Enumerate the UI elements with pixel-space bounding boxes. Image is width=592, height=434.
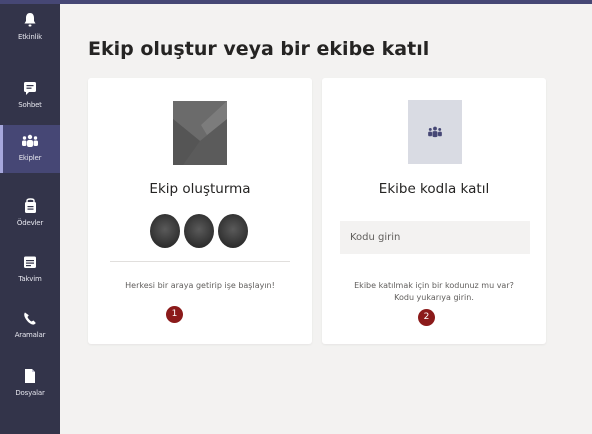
create-team-title: Ekip oluşturma	[149, 181, 251, 197]
member-avatars	[150, 214, 250, 248]
page-title: Ekip oluştur veya bir ekibe katıl	[88, 38, 430, 60]
files-icon	[20, 366, 40, 386]
rail-item-assignments[interactable]: Ödevler	[0, 190, 60, 238]
rail-item-label: Aramalar	[14, 331, 46, 339]
rail-item-calendar[interactable]: Takvim	[0, 246, 60, 294]
bell-icon	[20, 10, 40, 30]
rail-item-label: Ekipler	[18, 154, 42, 162]
rail-item-label: Takvim	[18, 275, 42, 283]
rail-item-teams[interactable]: Ekipler	[0, 125, 60, 173]
rail-item-label: Dosyalar	[15, 389, 45, 397]
rail-item-label: Sohbet	[18, 101, 42, 109]
rail-item-chat[interactable]: Sohbet	[0, 72, 60, 120]
chat-icon	[20, 78, 40, 98]
avatar	[184, 214, 214, 248]
rail-item-label: Ödevler	[16, 219, 44, 227]
teams-icon	[428, 126, 442, 138]
step-badge-2: 2	[418, 309, 435, 326]
calendar-icon	[20, 252, 40, 272]
card-divider	[110, 261, 290, 262]
team-code-input[interactable]	[340, 221, 530, 254]
join-team-card: Ekibe kodla katıl Ekibe katılmak için bi…	[322, 78, 546, 344]
app-bar: Etkinlik Sohbet Ekipler Ödevler Takvim A…	[0, 4, 60, 434]
join-team-description-line1: Ekibe katılmak için bir kodunuz mu var?	[354, 281, 514, 290]
create-team-illustration	[173, 101, 227, 165]
rail-item-files[interactable]: Dosyalar	[0, 360, 60, 408]
assignments-icon	[20, 196, 40, 216]
create-team-description: Herkesi bir araya getirip işe başlayın!	[125, 281, 275, 290]
rail-item-label: Etkinlik	[18, 33, 42, 41]
phone-icon	[20, 308, 40, 328]
teams-icon	[20, 131, 40, 151]
join-team-illustration	[408, 100, 462, 164]
join-team-title: Ekibe kodla katıl	[378, 181, 490, 197]
avatar	[150, 214, 180, 248]
create-team-card[interactable]: Ekip oluşturma Herkesi bir araya getirip…	[88, 78, 312, 344]
rail-item-activity[interactable]: Etkinlik	[0, 4, 60, 52]
main-content: Ekip oluştur veya bir ekibe katıl Ekip o…	[60, 4, 592, 434]
step-badge-1: 1	[166, 306, 183, 323]
join-team-description-line2: Kodu yukarıya girin.	[394, 293, 474, 302]
rail-item-calls[interactable]: Aramalar	[0, 302, 60, 350]
avatar	[218, 214, 248, 248]
